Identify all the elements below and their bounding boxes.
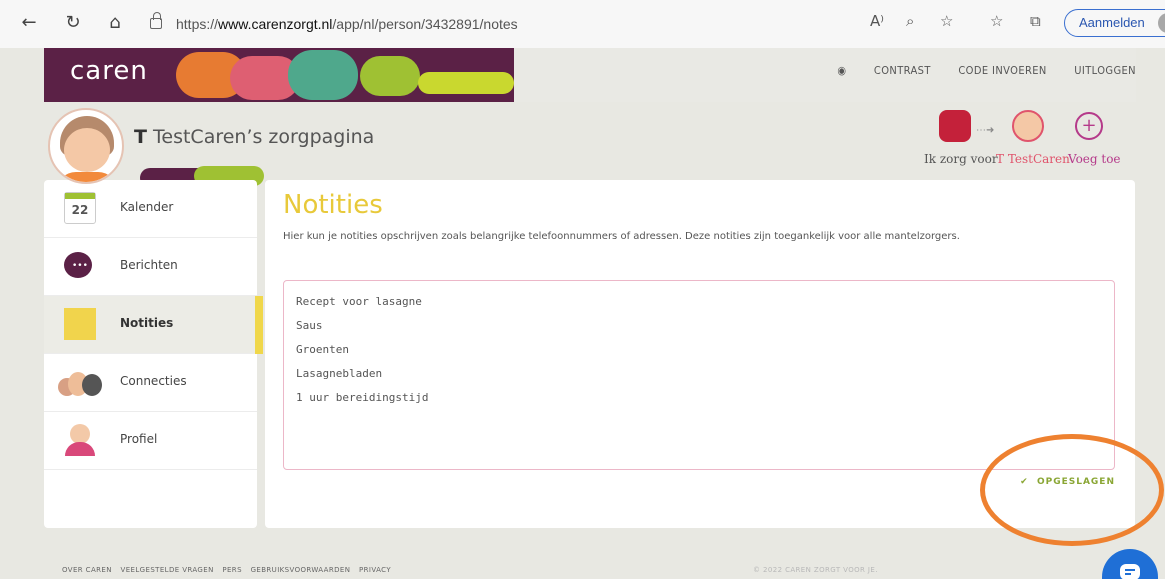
sidebar-item-label: Notities xyxy=(120,316,174,330)
read-aloud-icon[interactable]: A⁾ xyxy=(870,12,884,30)
contrast-label: CONTRAST xyxy=(873,64,931,77)
note-line: 1 uur bereidingstijd xyxy=(296,391,429,404)
jacket-icon xyxy=(939,110,971,142)
back-arrow-icon[interactable]: ← xyxy=(18,12,40,34)
note-line: Lasagnebladen xyxy=(296,367,383,380)
footer-faq[interactable]: VEELGESTELDE VRAGEN xyxy=(121,566,214,574)
t-testcaren-label[interactable]: T TestCaren xyxy=(996,152,1070,166)
url-prefix: https:// xyxy=(176,16,219,32)
title-initial: T xyxy=(134,126,147,148)
avatar xyxy=(48,108,124,184)
banner-blob xyxy=(360,56,420,96)
banner-blob xyxy=(418,72,514,94)
people-icon xyxy=(56,366,102,398)
calendar-icon: 22 xyxy=(64,192,96,224)
contrast-link[interactable]: ◉ CONTRAST xyxy=(837,64,930,77)
notes-textarea[interactable]: Recept voor lasagne Saus Groenten Lasagn… xyxy=(283,280,1115,470)
arrow-right-icon: ⋯➜ xyxy=(976,125,995,136)
person-avatar-button[interactable] xyxy=(1008,110,1048,142)
url-host: www.carenzorgt.nl xyxy=(218,16,333,32)
copyright: © 2022 CAREN ZORGT VOOR JE. xyxy=(753,566,878,574)
url-path: /app/nl/person/3432891/notes xyxy=(332,16,518,32)
sidebar: 22 Kalender ••• Berichten Notities Conne… xyxy=(44,180,263,528)
refresh-icon[interactable]: ↻ xyxy=(62,12,84,34)
signin-label: Aanmelden xyxy=(1079,15,1145,30)
chat-icon xyxy=(1120,564,1140,579)
site-banner: caren ◉ CONTRAST CODE INVOEREN UITLOGGEN xyxy=(44,48,1136,102)
sidebar-item-kalender[interactable]: 22 Kalender xyxy=(44,180,257,238)
ik-zorg-voor-label[interactable]: Ik zorg voor xyxy=(924,152,998,166)
notes-title: Notities xyxy=(283,190,383,220)
person-avatar-icon xyxy=(1012,110,1044,142)
plus-icon: + xyxy=(1075,112,1103,140)
ik-zorg-voor-button[interactable] xyxy=(930,110,980,142)
avatar-face xyxy=(64,128,110,172)
sidebar-item-notities[interactable]: Notities xyxy=(44,296,263,354)
note-line: Saus xyxy=(296,319,323,332)
sidebar-item-label: Connecties xyxy=(120,374,187,388)
footer-links: OVER CAREN VEELGESTELDE VRAGEN PERS GEBR… xyxy=(62,566,397,574)
note-icon xyxy=(64,308,96,340)
caren-logo[interactable]: caren xyxy=(70,56,148,86)
browser-toolbar: ← ↻ ⌂ https://www.carenzorgt.nl/app/nl/p… xyxy=(0,0,1165,48)
banner-artwork: caren xyxy=(44,48,514,102)
calendar-day: 22 xyxy=(71,203,89,217)
address-bar[interactable]: https://www.carenzorgt.nl/app/nl/person/… xyxy=(176,10,518,38)
sidebar-item-profiel[interactable]: Profiel xyxy=(44,412,257,470)
zoom-icon[interactable]: ⌕ xyxy=(906,12,914,30)
home-icon[interactable]: ⌂ xyxy=(104,12,126,34)
chat-bubble-icon: ••• xyxy=(64,250,96,282)
sidebar-item-label: Berichten xyxy=(120,258,178,272)
annotation-highlight-ring xyxy=(980,434,1164,546)
notes-intro: Hier kun je notities opschrijven zoals b… xyxy=(283,231,960,242)
title-rest: TestCaren’s zorgpagina xyxy=(146,126,375,148)
footer-pers[interactable]: PERS xyxy=(222,566,242,574)
profile-avatar-icon xyxy=(1157,13,1165,33)
sidebar-item-connecties[interactable]: Connecties xyxy=(44,354,257,412)
note-line: Groenten xyxy=(296,343,349,356)
sidebar-item-berichten[interactable]: ••• Berichten xyxy=(44,238,257,296)
note-line: Recept voor lasagne xyxy=(296,295,422,308)
sidebar-item-label: Profiel xyxy=(120,432,158,446)
collections-icon[interactable]: ⧉ xyxy=(1030,12,1041,30)
code-invoeren-link[interactable]: CODE INVOEREN xyxy=(958,64,1046,77)
voeg-toe-label[interactable]: Voeg toe xyxy=(1068,152,1121,166)
lock-icon xyxy=(150,12,162,29)
add-user-button[interactable]: + xyxy=(1074,112,1104,140)
banner-blob xyxy=(288,50,358,100)
favorites-list-icon[interactable]: ☆ xyxy=(990,12,1003,30)
top-links: ◉ CONTRAST CODE INVOEREN UITLOGGEN xyxy=(813,64,1136,77)
footer-over-caren[interactable]: OVER CAREN xyxy=(62,566,112,574)
favorite-star-icon[interactable]: ☆ xyxy=(940,12,953,30)
profile-icon xyxy=(64,424,96,456)
chat-support-button[interactable] xyxy=(1102,549,1158,579)
page-title: T TestCaren’s zorgpagina xyxy=(134,126,374,148)
signin-button[interactable]: Aanmelden xyxy=(1064,9,1165,37)
footer-terms[interactable]: GEBRUIKSVOORWAARDEN xyxy=(251,566,351,574)
footer-privacy[interactable]: PRIVACY xyxy=(359,566,391,574)
sidebar-item-label: Kalender xyxy=(120,200,174,214)
uitloggen-link[interactable]: UITLOGGEN xyxy=(1074,64,1136,77)
